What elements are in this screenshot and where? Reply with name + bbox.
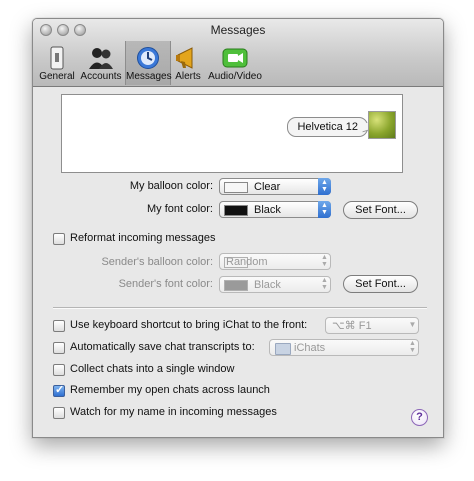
- sender-font-swatch: [224, 280, 248, 291]
- help-button[interactable]: ?: [411, 409, 428, 426]
- save-transcripts-label: Automatically save chat transcripts to:: [70, 341, 255, 353]
- buddy-picture: [368, 111, 396, 139]
- alerts-megaphone-icon: [175, 46, 201, 70]
- window-title: Messages: [210, 23, 266, 37]
- reformat-label: Reformat incoming messages: [70, 232, 216, 244]
- message-preview: Helvetica 12: [61, 94, 403, 173]
- tab-alerts[interactable]: Alerts: [173, 43, 203, 83]
- remember-open-chats-label: Remember my open chats across launch: [70, 384, 270, 396]
- messages-clock-icon: [135, 46, 161, 70]
- collect-chats-label: Collect chats into a single window: [70, 363, 235, 375]
- collect-chats-checkbox[interactable]: [53, 364, 65, 376]
- sender-balloon-color-popup[interactable]: Random ▲ ▼: [219, 253, 331, 270]
- keyboard-shortcut-checkbox[interactable]: [53, 320, 65, 332]
- popup-arrows-icon: ▲ ▼: [318, 201, 331, 218]
- keyboard-shortcut-popup[interactable]: ⌥⌘ F1 ▼: [325, 317, 419, 334]
- sender-font-color-value: Black: [254, 279, 281, 291]
- folder-icon: [275, 343, 291, 355]
- tab-general[interactable]: General: [37, 43, 77, 83]
- tab-messages[interactable]: Messages: [125, 41, 172, 85]
- my-balloon-color-value: Clear: [254, 181, 281, 193]
- general-switch-icon: [44, 46, 70, 70]
- popup-arrows-icon: ▲ ▼: [318, 178, 331, 195]
- audio-video-camera-icon: [222, 46, 248, 70]
- remember-open-chats-checkbox[interactable]: [53, 383, 65, 397]
- my-font-color-value: Black: [254, 204, 281, 216]
- toolbar: Messages General Accounts Messages Alert…: [33, 19, 443, 87]
- watch-name-label: Watch for my name in incoming messages: [70, 406, 277, 418]
- tab-general-label: General: [39, 71, 75, 82]
- popup-arrows-icon: ▲ ▼: [321, 254, 328, 268]
- sender-balloon-color-value: Random: [226, 256, 268, 268]
- transcripts-folder-popup[interactable]: iChats ▲ ▼: [269, 339, 419, 356]
- tab-accounts[interactable]: Accounts: [79, 43, 123, 83]
- preferences-window: Messages General Accounts Messages Alert…: [32, 18, 444, 438]
- reformat-checkbox[interactable]: [53, 233, 65, 245]
- keyboard-shortcut-value: ⌥⌘ F1: [332, 320, 372, 332]
- my-font-color-label: My font color:: [146, 203, 213, 215]
- preview-balloon: Helvetica 12: [287, 117, 368, 137]
- watch-name-checkbox[interactable]: [53, 407, 65, 419]
- font-color-swatch: [224, 205, 248, 216]
- my-font-color-popup[interactable]: Black ▲ ▼: [219, 201, 331, 218]
- chevron-down-icon: ▼: [408, 320, 417, 329]
- sender-set-font-button[interactable]: Set Font...: [343, 275, 418, 293]
- my-balloon-color-label: My balloon color:: [129, 180, 213, 192]
- popup-arrows-icon: ▲ ▼: [321, 277, 328, 291]
- separator: [53, 307, 427, 309]
- tab-audio-video[interactable]: Audio/Video: [205, 43, 265, 83]
- popup-arrows-icon: ▲ ▼: [409, 340, 416, 354]
- sender-font-color-label: Sender's font color:: [118, 278, 213, 290]
- tab-accounts-label: Accounts: [80, 71, 122, 82]
- balloon-color-swatch: [224, 182, 248, 193]
- accounts-people-icon: [88, 46, 114, 70]
- set-font-button[interactable]: Set Font...: [343, 201, 418, 219]
- save-transcripts-checkbox[interactable]: [53, 342, 65, 354]
- tab-audio-video-label: Audio/Video: [208, 71, 262, 82]
- transcripts-folder-value: iChats: [294, 342, 326, 354]
- sender-font-color-popup[interactable]: Black ▲ ▼: [219, 276, 331, 293]
- tab-messages-label: Messages: [126, 71, 172, 82]
- tab-alerts-label: Alerts: [175, 71, 201, 82]
- my-balloon-color-popup[interactable]: Clear ▲ ▼: [219, 178, 331, 195]
- keyboard-shortcut-label: Use keyboard shortcut to bring iChat to …: [70, 319, 308, 331]
- sender-balloon-color-label: Sender's balloon color:: [101, 256, 213, 268]
